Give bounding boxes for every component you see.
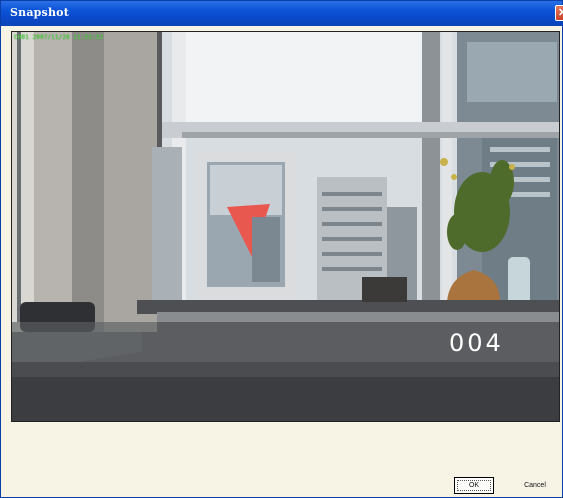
camera-frame [12,32,559,421]
close-button[interactable]: ✕ [555,5,563,21]
camera-number-overlay: 004 [449,329,504,357]
snapshot-dialog: Snapshot ✕ CH01 2007/11/28 11:53:32 004 … [0,0,563,498]
close-icon: ✕ [557,7,563,19]
snapshot-image: CH01 2007/11/28 11:53:32 004 [11,31,560,422]
video-timestamp: CH01 2007/11/28 11:53:32 [14,34,104,41]
ok-button[interactable]: OK [454,477,494,494]
window-title: Snapshot [10,6,69,19]
title-bar[interactable]: Snapshot ✕ [1,1,563,26]
cancel-button[interactable]: Cancel [513,477,557,494]
